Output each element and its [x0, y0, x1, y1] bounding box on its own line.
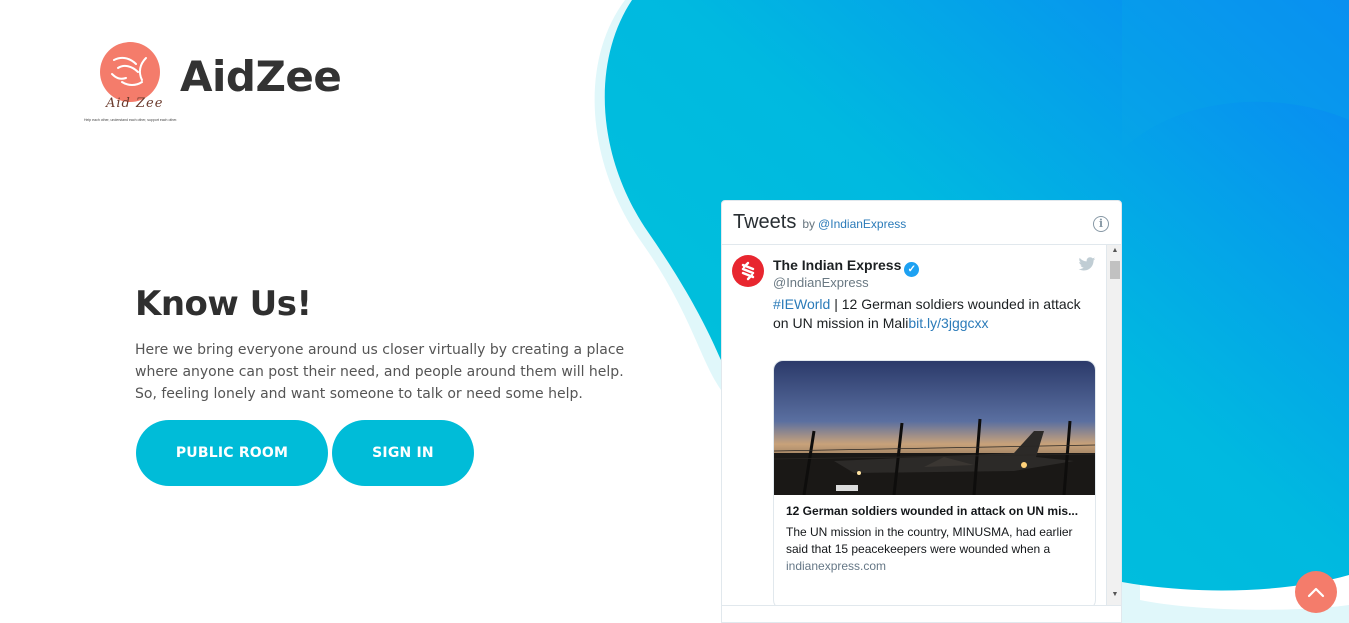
tweet-link[interactable]: bit.ly/3jggcxx	[908, 315, 988, 331]
verified-badge-icon: ✓	[904, 262, 920, 277]
sign-in-button[interactable]: SIGN IN	[332, 420, 474, 486]
tweet-list[interactable]: The Indian Express ✓ @IndianExpress #IEWo…	[722, 245, 1106, 605]
chevron-up-icon	[1307, 587, 1325, 598]
indian-express-logo-icon	[741, 261, 755, 281]
tweets-widget-title: Tweets	[733, 211, 797, 233]
tweets-widget-footer	[722, 605, 1121, 622]
brand-logo[interactable]: Aid Zee Help each other, understand each…	[84, 40, 180, 128]
back-to-top-button[interactable]	[1295, 571, 1337, 613]
tweet-card-description: The UN mission in the country, MINUSMA, …	[786, 525, 1073, 556]
brand-name[interactable]: AidZee	[180, 52, 342, 101]
tweet-link-card[interactable]: 12 German soldiers wounded in attack on …	[773, 360, 1096, 605]
tweet-text: #IEWorld | 12 German soldiers wounded in…	[773, 296, 1081, 331]
logo-script-text: Aid Zee	[106, 96, 164, 111]
twitter-bird-icon[interactable]	[1078, 257, 1096, 272]
scrollbar-thumb[interactable]	[1110, 261, 1120, 279]
tweet-card-image	[774, 361, 1095, 495]
tweets-widget-header: Tweets by @IndianExpress i	[722, 201, 1121, 245]
public-room-button[interactable]: PUBLIC ROOM	[136, 420, 328, 486]
logo-tagline: Help each other, understand each other, …	[84, 118, 178, 122]
tweet-author-handle[interactable]: @IndianExpress	[773, 275, 869, 290]
tweets-widget-by: by	[802, 217, 816, 231]
hero-description: Here we bring everyone around us closer …	[135, 342, 625, 402]
tweet-card-title: 12 German soldiers wounded in attack on …	[786, 504, 1079, 518]
scroll-up-arrow-icon[interactable]: ▲	[1107, 247, 1121, 259]
tweet-hashtag[interactable]: #IEWorld	[773, 296, 830, 312]
avatar[interactable]	[732, 255, 764, 287]
tweets-scrollbar[interactable]: ▲ ▼	[1106, 245, 1121, 605]
tweets-widget: Tweets by @IndianExpress i The Indian Ex…	[721, 200, 1122, 623]
scroll-down-arrow-icon[interactable]: ▼	[1107, 591, 1121, 603]
page-title: Know Us!	[135, 284, 312, 324]
tweets-widget-account-link[interactable]: @IndianExpress	[818, 217, 906, 231]
tweet-author-name[interactable]: The Indian Express ✓	[773, 257, 920, 277]
tweet-card-domain: indianexpress.com	[786, 559, 887, 573]
helping-hands-icon	[111, 56, 147, 86]
info-icon[interactable]: i	[1093, 216, 1109, 232]
